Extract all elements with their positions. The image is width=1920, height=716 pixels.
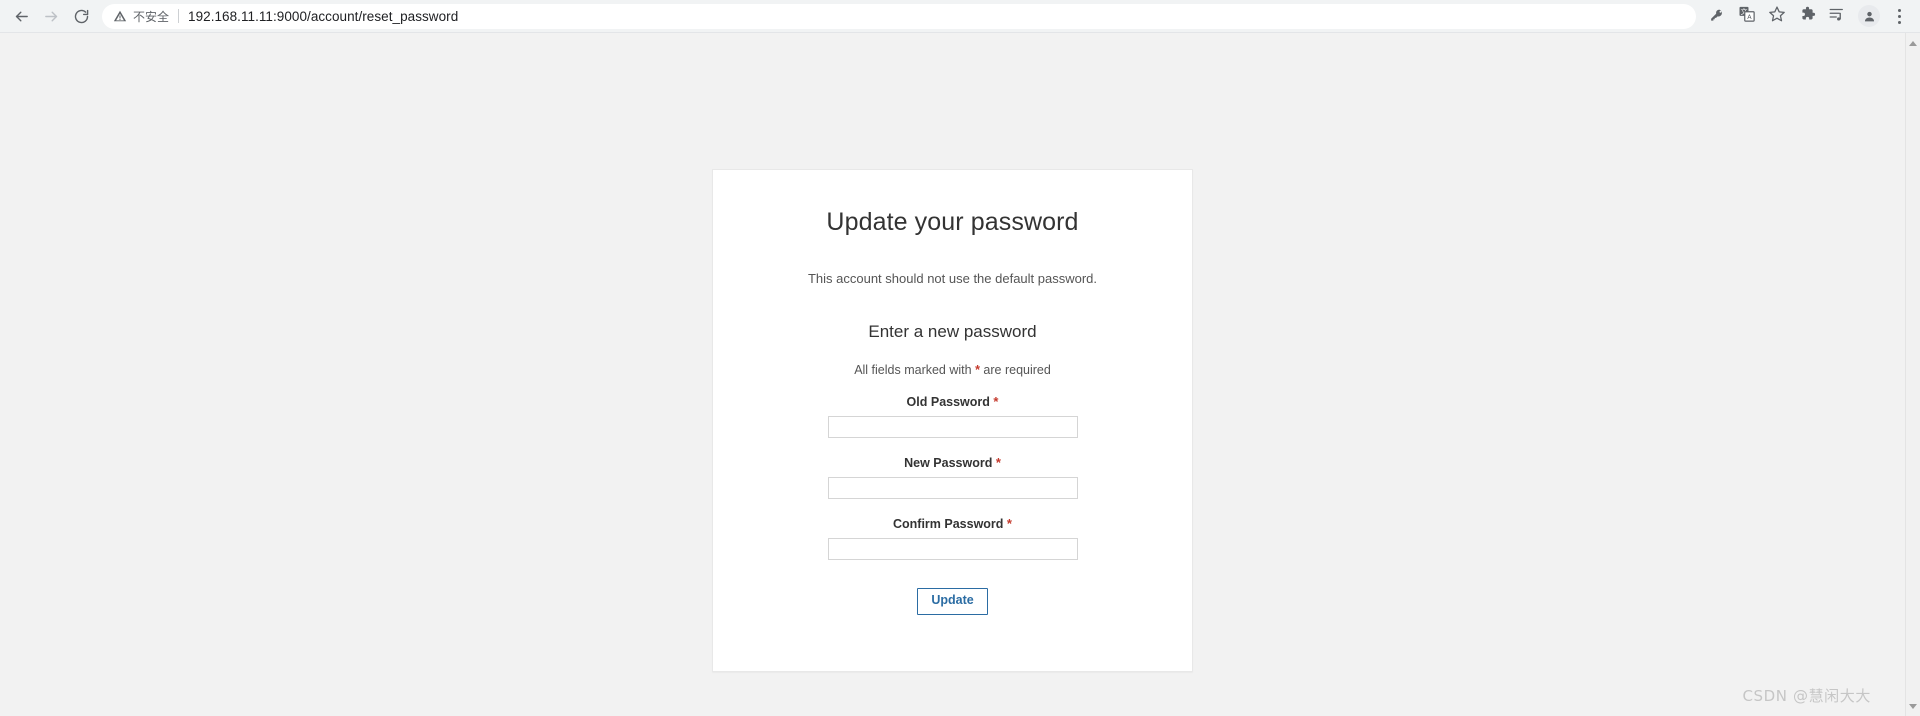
new-password-label: New Password * (713, 455, 1192, 470)
address-bar[interactable]: 不安全 192.168.11.11:9000/account/reset_pas… (102, 3, 1696, 29)
field-group-confirm-password: Confirm Password * (713, 516, 1192, 560)
warning-triangle-icon (113, 9, 127, 23)
vertical-scrollbar[interactable] (1905, 33, 1920, 716)
chrome-menu-icon[interactable] (1886, 1, 1912, 31)
new-password-label-text: New Password (904, 456, 993, 470)
back-button[interactable] (6, 1, 36, 31)
toolbar-action-icons: 文 A (1702, 1, 1914, 31)
menu-dot-2 (1897, 14, 1901, 18)
submit-row: Update (713, 588, 1192, 671)
chevron-up-icon (1909, 40, 1917, 46)
scroll-up-button[interactable] (1906, 35, 1920, 51)
field-group-new-password: New Password * (713, 455, 1192, 499)
page-viewport: Update your password This account should… (0, 33, 1920, 716)
old-password-input[interactable] (827, 416, 1078, 438)
security-status-label: 不安全 (133, 9, 170, 24)
update-password-form: Old Password * New Password * Confirm Pa… (713, 394, 1192, 671)
password-key-icon (1709, 5, 1726, 27)
chevron-down-icon (1909, 703, 1917, 709)
bookmark-star-icon-button[interactable] (1762, 1, 1792, 31)
omnibox-divider (178, 9, 180, 23)
confirm-password-label: Confirm Password * (713, 516, 1192, 531)
update-password-card: Update your password This account should… (712, 169, 1193, 672)
extensions-puzzle-icon (1799, 5, 1816, 27)
extensions-puzzle-icon-button[interactable] (1792, 1, 1822, 31)
watermark: CSDN @慧闲大大 (1742, 687, 1871, 705)
new-password-required-asterisk: * (995, 455, 1001, 470)
menu-dot-3 (1897, 20, 1901, 24)
field-group-old-password: Old Password * (713, 394, 1192, 438)
reading-list-icon (1828, 5, 1846, 28)
confirm-password-input[interactable] (827, 538, 1078, 560)
update-button[interactable]: Update (917, 588, 988, 615)
old-password-label-text: Old Password (906, 395, 990, 409)
profile-avatar-button[interactable] (1854, 1, 1884, 31)
card-subtitle: This account should not use the default … (807, 271, 1098, 286)
form-heading: Enter a new password (868, 322, 1037, 341)
reload-button[interactable] (66, 1, 96, 31)
url-text: 192.168.11.11:9000/account/reset_passwor… (188, 8, 459, 24)
required-fields-note: All fields marked with * are required (713, 342, 1192, 377)
scroll-down-button[interactable] (1906, 698, 1920, 714)
page-content: Update your password This account should… (0, 33, 1905, 716)
confirm-password-required-asterisk: * (1006, 516, 1012, 531)
menu-dot-1 (1897, 8, 1901, 12)
reading-list-icon-button[interactable] (1822, 1, 1852, 31)
old-password-label: Old Password * (713, 394, 1192, 409)
confirm-password-label-text: Confirm Password (893, 517, 1004, 531)
svg-text:A: A (1747, 12, 1752, 20)
arrow-left-icon (13, 8, 30, 25)
password-key-icon-button[interactable] (1702, 1, 1732, 31)
translate-icon: 文 A (1738, 5, 1756, 28)
old-password-required-asterisk: * (993, 394, 999, 409)
page-title: Update your password (826, 208, 1079, 236)
bookmark-star-icon (1768, 5, 1786, 28)
forward-button[interactable] (36, 1, 66, 31)
arrow-right-icon (43, 8, 60, 25)
translate-icon-button[interactable]: 文 A (1732, 1, 1762, 31)
avatar (1858, 5, 1880, 27)
new-password-input[interactable] (827, 477, 1078, 499)
reload-icon (73, 8, 90, 25)
browser-toolbar: 不安全 192.168.11.11:9000/account/reset_pas… (0, 0, 1920, 33)
required-note-prefix: All fields marked with (854, 363, 976, 377)
required-note-suffix: are required (979, 363, 1051, 377)
